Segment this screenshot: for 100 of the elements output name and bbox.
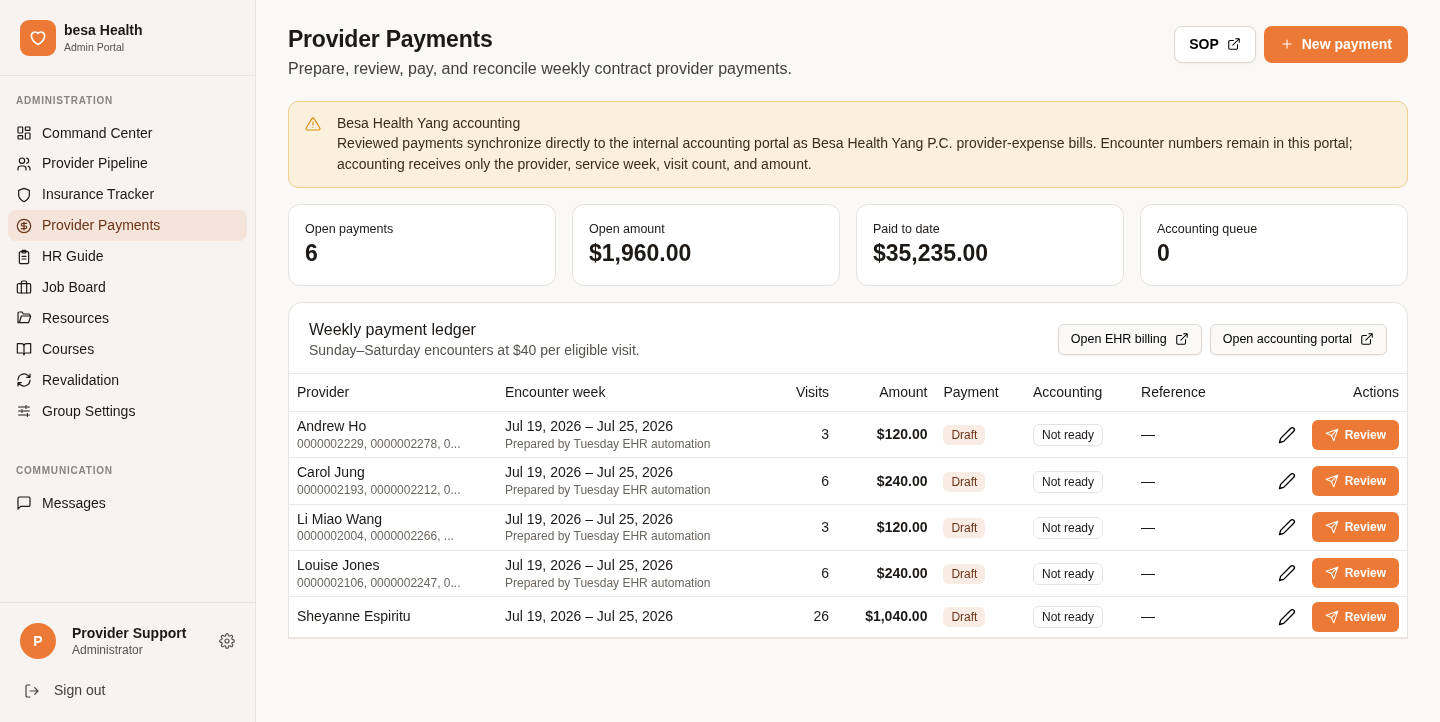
prepared-note: Prepared by Tuesday EHR automation [505,574,712,591]
sidebar-item[interactable]: Job Board [8,271,247,303]
speech-bubble-icon [16,495,32,512]
send-icon [1324,520,1339,535]
section-heading: ADMINISTRATION [15,94,115,108]
grid-icon [16,124,32,141]
pencil-icon [1277,472,1296,490]
edit-button[interactable] [1277,564,1296,583]
prepared-note: Prepared by Tuesday EHR automation [505,436,712,453]
send-icon [1324,566,1339,581]
provider-name: Carol Jung [297,463,366,483]
sidebar-item[interactable]: Resources [8,302,247,334]
user-name: Provider Support [72,623,188,643]
dollar-circle-icon [16,217,32,234]
user-avatar: P [20,623,56,660]
sidebar-item[interactable]: Insurance Tracker [8,179,247,211]
ledger-title: Weekly payment ledger [309,320,477,340]
sidebar-item[interactable]: Provider Payments [8,210,247,242]
column-header: Visits [775,374,838,412]
app-logo [20,19,56,56]
page-subtitle: Prepare, review, pay, and reconcile weekly contract provider payments. [288,58,792,79]
visits-cell: 3 [775,411,838,458]
edit-button[interactable] [1277,607,1296,626]
column-header: Actions [1234,374,1407,412]
encounter-week: Jul 19, 2026 – Jul 25, 2026 [505,463,675,483]
accounting-status: Not ready [1033,424,1103,447]
section-heading: COMMUNICATION [15,464,114,478]
stat-label: Open payments [305,221,395,238]
edit-button[interactable] [1277,425,1296,444]
sliders-icon [16,402,32,419]
sidebar-item[interactable]: HR Guide [8,241,247,272]
send-icon [1324,474,1339,488]
sidebar-item[interactable]: Revalidation [8,364,247,396]
settings-icon [219,633,235,650]
encounter-week: Jul 19, 2026 – Jul 25, 2026 [505,509,675,529]
page-title: Provider Payments [288,26,494,54]
provider-name: Li Miao Wang [297,509,384,529]
column-header: Accounting [1025,374,1134,412]
sidebar-item[interactable]: Group Settings [8,395,247,427]
link-button[interactable]: Open accounting portal [1209,323,1387,355]
ledger-subtitle: Sunday–Saturday encounters at $40 per eligible visit. [309,340,640,360]
send-icon [1324,609,1339,624]
encounter-numbers: 0000002193, 0000002212, 0... [297,482,462,499]
edit-button[interactable] [1277,518,1296,537]
stat-label: Open amount [589,221,666,238]
encounter-numbers: 0000002004, 0000002266, ... [297,528,455,545]
book-icon [16,341,32,358]
sidebar-item[interactable]: Courses [8,333,247,365]
pencil-icon [1277,518,1296,537]
refresh-icon [16,372,32,389]
provider-name: Louise Jones [297,555,381,575]
sidebar-item[interactable]: Provider Pipeline [8,148,247,180]
encounter-numbers: 0000002106, 0000002247, 0... [297,574,462,591]
briefcase-icon [16,279,32,296]
provider-name: Sheyanne Espiritu [297,607,412,627]
reference-cell: — [1133,596,1235,638]
prepared-note: Prepared by Tuesday EHR automation [505,528,712,545]
external-link-icon [1174,332,1189,347]
external-link-icon [1360,332,1374,347]
amount-cell: $240.00 [837,457,936,505]
stat-value: $35,235.00 [873,238,990,268]
external-link-icon [1226,37,1241,52]
pencil-icon [1277,564,1296,583]
users-icon [16,155,32,172]
encounter-numbers: 0000002229, 0000002278, 0... [297,436,462,453]
accounting-status: Not ready [1033,516,1103,539]
settings-button[interactable] [219,633,235,650]
edit-button[interactable] [1277,472,1296,490]
sign-out-button[interactable]: Sign out [16,675,239,706]
amount-cell: $240.00 [837,550,936,597]
accounting-status: Not ready [1033,470,1103,493]
amount-cell: $1,040.00 [837,596,936,638]
sop-button[interactable]: SOP [1174,26,1256,63]
amount-cell: $120.00 [837,504,936,551]
warning-icon [305,116,321,133]
provider-name: Andrew Ho [297,417,368,437]
encounter-week: Jul 19, 2026 – Jul 25, 2026 [505,607,675,627]
stat-value: 0 [1157,238,1171,268]
visits-cell: 3 [775,504,838,551]
visits-cell: 26 [775,596,838,638]
reference-cell: — [1133,550,1235,597]
reference-cell: — [1133,504,1235,551]
send-icon [1324,427,1339,442]
alert-text: Reviewed payments synchronize directly to the internal accounting portal as Besa Health Yang P.C. provider-expense bills. Encounter numbers remain in this portal; accounting receives only the provider, service week, visit count, and amount. [337,134,1354,175]
prepared-note: Prepared by Tuesday EHR automation [505,482,712,499]
stat-value: 6 [305,238,319,268]
accounting-status: Not ready [1033,606,1103,629]
sidebar-item[interactable]: Messages [8,487,247,519]
encounter-week: Jul 19, 2026 – Jul 25, 2026 [505,417,675,437]
link-button[interactable]: Open EHR billing [1057,323,1202,355]
reference-cell: — [1133,457,1235,505]
plus-icon [1279,37,1294,52]
shield-icon [16,186,32,203]
pencil-icon [1277,607,1296,626]
column-header: Amount [837,374,936,412]
encounter-week: Jul 19, 2026 – Jul 25, 2026 [505,555,675,575]
sidebar-item[interactable]: Command Center [8,117,247,149]
column-header: Provider [289,374,497,412]
stat-value: $1,960.00 [589,238,693,268]
column-header: Encounter week [497,374,776,412]
